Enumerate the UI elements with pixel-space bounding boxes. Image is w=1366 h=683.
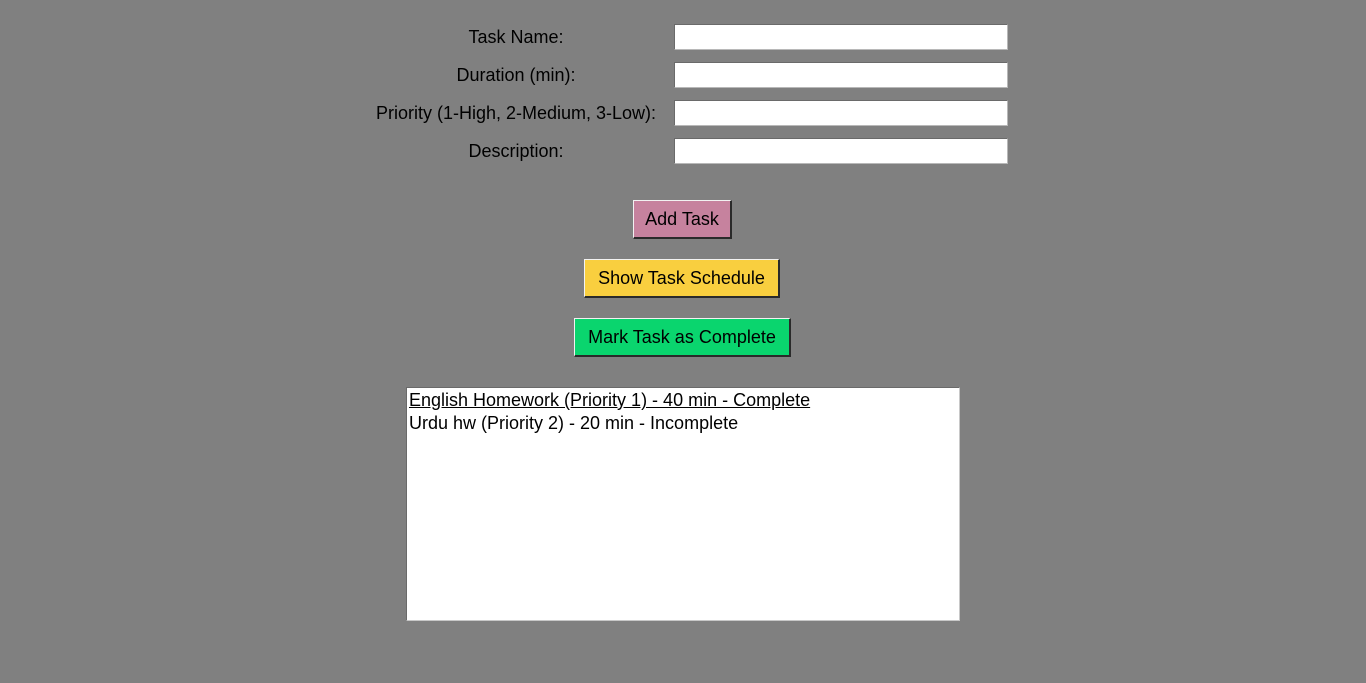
task-name-label: Task Name: <box>468 27 564 47</box>
task-scheduler-window: Task Name: Duration (min): Priority (1-H… <box>0 0 1366 683</box>
mark-task-complete-button[interactable]: Mark Task as Complete <box>574 318 791 357</box>
show-task-schedule-button[interactable]: Show Task Schedule <box>584 259 780 298</box>
description-input[interactable] <box>674 138 1008 164</box>
priority-label: Priority (1-High, 2-Medium, 3-Low): <box>375 103 657 123</box>
duration-label: Duration (min): <box>456 65 576 85</box>
add-task-button[interactable]: Add Task <box>633 200 732 239</box>
list-item[interactable]: English Homework (Priority 1) - 40 min -… <box>408 389 958 412</box>
description-label: Description: <box>468 141 564 161</box>
list-item[interactable]: Urdu hw (Priority 2) - 20 min - Incomple… <box>408 412 958 435</box>
task-listbox[interactable]: English Homework (Priority 1) - 40 min -… <box>406 387 960 621</box>
duration-input[interactable] <box>674 62 1008 88</box>
priority-input[interactable] <box>674 100 1008 126</box>
task-name-input[interactable] <box>674 24 1008 50</box>
